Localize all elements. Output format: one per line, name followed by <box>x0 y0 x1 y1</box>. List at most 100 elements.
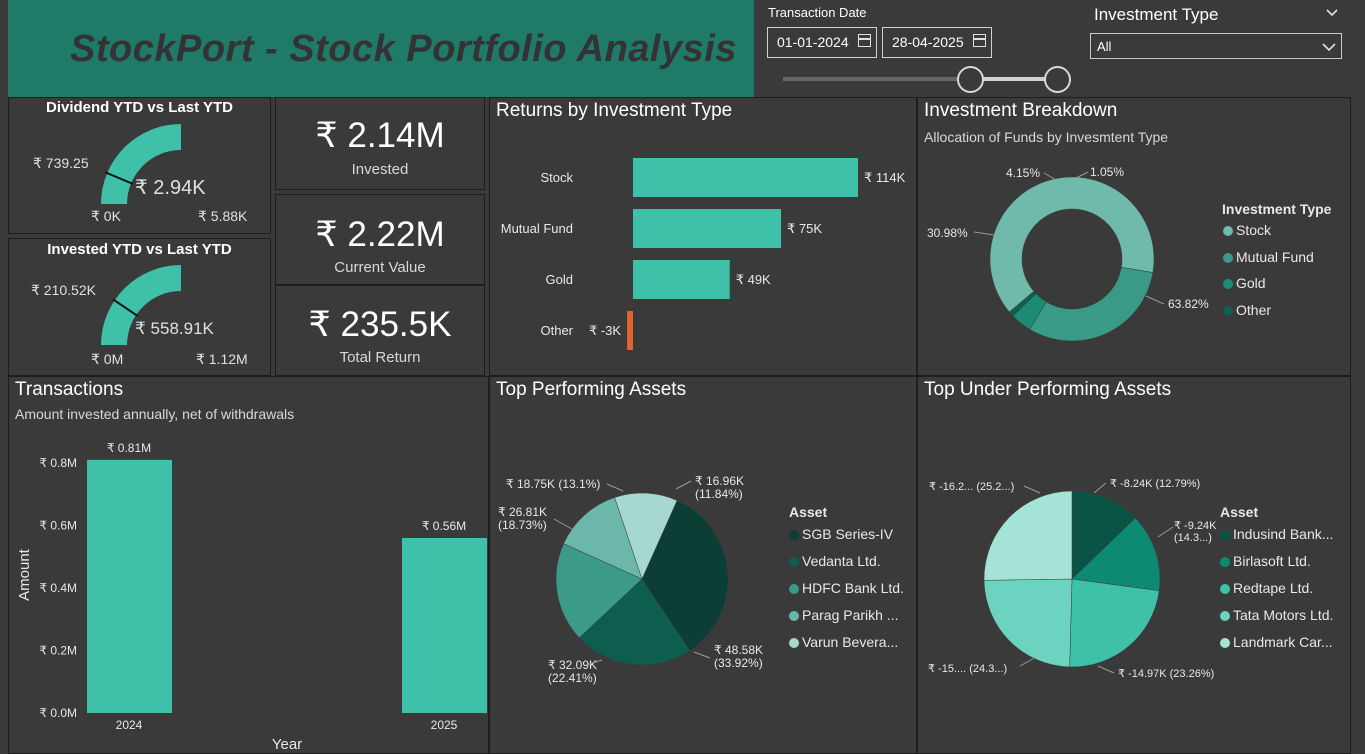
legend-item[interactable]: Stock <box>1223 222 1271 238</box>
leader-line <box>1075 171 1089 179</box>
under-performing-panel: Top Under Performing Assets ₹ -8.24K (12… <box>917 376 1351 754</box>
bar <box>402 538 487 713</box>
legend-item[interactable]: Parag Parikh ... <box>789 607 899 623</box>
top-assets-pie-chart[interactable]: ₹ 48.58K (33.92%) ₹ 32.09K (22.41%) ₹ 26.81K… <box>490 377 790 754</box>
y-tick-label: ₹ 0.8M <box>39 456 77 470</box>
bar <box>627 311 633 350</box>
legend-item[interactable]: SGB Series-IV <box>789 526 893 542</box>
bar-data-label: ₹ -3K <box>589 323 621 338</box>
bar-data-label: ₹ 114K <box>864 170 906 185</box>
under-assets-pie-chart[interactable]: ₹ -8.24K (12.79%) ₹ -9.24K (14.3...) ₹ -14.… <box>918 377 1218 754</box>
kpi-value: ₹ 2.14M <box>315 116 445 155</box>
legend-label: Mutual Fund <box>1236 248 1314 265</box>
gauge-max-label: ₹ 5.88K <box>198 208 248 224</box>
dashboard: StockPort - Stock Portfolio Analysis Tra… <box>0 0 1365 754</box>
legend-item[interactable]: Redtape Ltd. <box>1220 580 1313 596</box>
pie-data-label: ₹ 48.58K (33.92%) <box>714 643 763 670</box>
leader-line <box>973 231 995 236</box>
investment-type-dropdown[interactable]: All <box>1090 33 1342 59</box>
bar-category-label: Gold <box>546 272 573 287</box>
legend-marker <box>1223 226 1233 236</box>
bar-data-label: ₹ 0.81M <box>107 441 151 455</box>
start-date-value: 01-01-2024 <box>777 34 849 50</box>
pie-data-label: ₹ -8.24K (12.79%) <box>1110 478 1200 490</box>
bar-category-label: Mutual Fund <box>501 221 573 236</box>
legend-item[interactable]: Indusind Bank... <box>1220 526 1333 542</box>
legend-item[interactable]: Gold <box>1223 275 1266 291</box>
leader-line <box>693 651 711 659</box>
breakdown-donut-chart[interactable]: 63.82% 30.98% 4.15% 1.05% <box>918 98 1218 377</box>
gauge-value-label: ₹ 2.94K <box>135 177 206 199</box>
pie-data-label: ₹ -16.2... (25.2...) <box>929 481 1014 493</box>
kpi-label: Total Return <box>339 349 421 366</box>
investment-breakdown-panel: Investment Breakdown Allocation of Funds… <box>917 97 1351 376</box>
legend-item[interactable]: Landmark Car... <box>1220 634 1333 650</box>
legend-title: Investment Type <box>1222 201 1332 217</box>
gauge-value-label: ₹ 558.91K <box>135 319 214 338</box>
x-tick-label: 2024 <box>116 718 143 732</box>
returns-by-type-panel: Returns by Investment Type Stock ₹ 114K Mu… <box>489 97 917 376</box>
bar <box>87 459 172 713</box>
legend-item[interactable]: Vedanta Ltd. <box>789 553 881 569</box>
chevron-down-icon[interactable] <box>1325 6 1339 20</box>
legend-label: Other <box>1236 301 1272 318</box>
legend-title: Asset <box>1220 504 1259 520</box>
leader-line <box>553 518 573 530</box>
legend-item[interactable]: Other <box>1223 302 1271 318</box>
date-slider-start-handle[interactable] <box>957 66 984 93</box>
bar-category-label: Other <box>540 323 573 338</box>
transactions-bar-chart[interactable]: ₹ 0.0M ₹ 0.2M ₹ 0.4M ₹ 0.6M ₹ 0.8M ₹ 0.81M 202… <box>9 377 490 754</box>
kpi-invested-card: ₹ 2.14M Invested <box>275 97 485 190</box>
legend-marker <box>1220 611 1230 621</box>
legend-title: Asset <box>789 504 828 520</box>
leader-line <box>1023 485 1041 494</box>
end-date-input[interactable]: 28-04-2025 <box>882 27 992 58</box>
pie-data-label: ₹ -14.97K (23.26%) <box>1118 668 1214 680</box>
legend-label: Landmark Car... <box>1233 634 1333 650</box>
legend-label: Varun Bevera... <box>802 634 899 650</box>
start-date-input[interactable]: 01-01-2024 <box>767 27 877 58</box>
pie-slice <box>983 490 1073 581</box>
kpi-current-value-card: ₹ 2.22M Current Value <box>275 194 485 285</box>
legend-label: HDFC Bank Ltd. <box>802 580 904 596</box>
legend-item[interactable]: Birlasoft Ltd. <box>1220 553 1311 569</box>
legend-marker <box>1220 584 1230 594</box>
bar-data-label: ₹ 75K <box>787 221 822 236</box>
legend-item[interactable]: Mutual Fund <box>1223 249 1314 265</box>
legend-label: Tata Motors Ltd. <box>1233 607 1334 623</box>
kpi-label: Current Value <box>334 259 426 276</box>
calendar-icon[interactable] <box>973 34 986 47</box>
calendar-icon[interactable] <box>858 34 871 47</box>
legend-marker <box>789 530 799 540</box>
y-tick-label: ₹ 0.4M <box>39 581 77 595</box>
date-slider-track[interactable] <box>783 77 969 81</box>
leader-line <box>606 483 624 492</box>
legend-item[interactable]: Tata Motors Ltd. <box>1220 607 1333 623</box>
bar-data-label: ₹ 49K <box>736 272 771 287</box>
legend-label: Birlasoft Ltd. <box>1233 553 1311 569</box>
kpi-label: Invested <box>351 161 409 178</box>
gauge-max-label: ₹ 1.12M <box>196 351 248 367</box>
leader-line <box>1145 295 1165 305</box>
legend-marker <box>789 584 799 594</box>
donut-data-label: 30.98% <box>927 226 968 240</box>
transactions-panel: Transactions Amount invested annually, n… <box>8 376 489 754</box>
legend-item[interactable]: Varun Bevera... <box>789 634 898 650</box>
donut-data-label: 63.82% <box>1168 297 1209 311</box>
x-axis-title: Year <box>272 736 302 753</box>
leader-line <box>1157 526 1174 538</box>
pie-slice <box>1029 266 1154 342</box>
returns-bar-chart[interactable]: Stock ₹ 114K Mutual Fund ₹ 75K Gold ₹ 49K Othe… <box>490 98 918 377</box>
date-slider-end-handle[interactable] <box>1044 66 1071 93</box>
bar-data-label: ₹ 0.56M <box>422 519 466 533</box>
legend-marker <box>1220 638 1230 648</box>
top-performing-panel: Top Performing Assets ₹ 48.58K (33.92%) ₹ … <box>489 376 917 754</box>
y-tick-label: ₹ 0.2M <box>39 644 77 658</box>
pie-data-label: ₹ -9.24K (14.3...) <box>1174 520 1217 544</box>
legend-item[interactable]: HDFC Bank Ltd. <box>789 580 904 596</box>
investment-type-label: Investment Type <box>1094 5 1219 24</box>
kpi-total-return-card: ₹ 235.5K Total Return <box>275 285 485 376</box>
leader-line <box>675 480 692 490</box>
legend-label: SGB Series-IV <box>802 526 894 542</box>
legend-marker <box>1223 279 1233 289</box>
